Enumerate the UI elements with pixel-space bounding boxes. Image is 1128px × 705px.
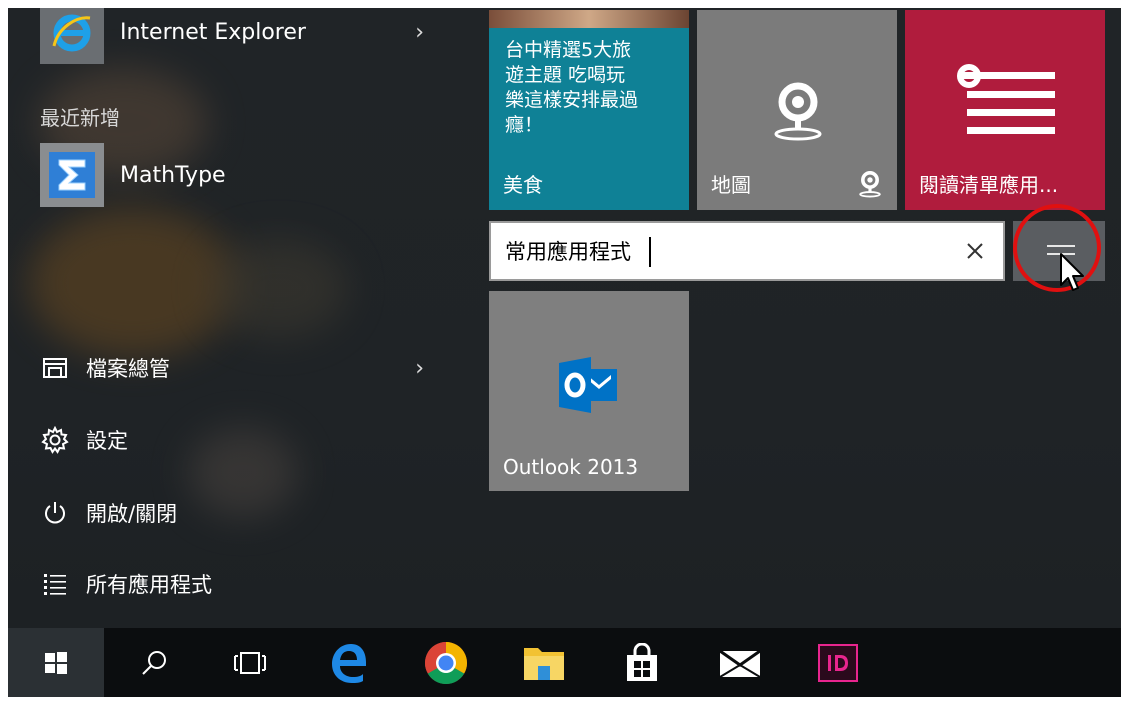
tile-food-label: 美食 — [503, 173, 543, 197]
mouse-cursor-icon — [1060, 253, 1084, 291]
indesign-icon — [818, 643, 858, 682]
store-icon — [627, 642, 657, 681]
map-pin-badge-icon — [859, 171, 881, 198]
indesign-taskbar-button[interactable] — [794, 628, 882, 697]
text-caret — [649, 237, 651, 267]
gear-icon — [38, 426, 72, 454]
tile-outlook-label: Outlook 2013 — [503, 455, 639, 479]
chevron-right-icon[interactable]: › — [415, 356, 424, 381]
file-explorer-icon — [524, 647, 564, 680]
task-view-icon — [234, 651, 266, 674]
app-item-internet-explorer[interactable]: Internet Explorer › — [8, 8, 448, 64]
mathtype-sigma-icon — [40, 143, 104, 207]
store-taskbar-button[interactable] — [598, 628, 686, 697]
all-apps-item[interactable]: 所有應用程式 — [8, 562, 448, 606]
map-pin-icon — [774, 82, 822, 141]
file-explorer-item[interactable]: 檔案總管 › — [8, 346, 448, 390]
chrome-icon — [424, 641, 468, 684]
section-header-recently-added: 最近新增 — [40, 106, 120, 130]
settings-item[interactable]: 設定 — [8, 418, 448, 462]
app-item-mathtype[interactable]: MathType — [8, 143, 448, 207]
power-icon — [38, 500, 72, 526]
file-explorer-taskbar-button[interactable] — [500, 628, 588, 697]
tile-maps-label: 地圖 — [711, 173, 751, 197]
power-label: 開啟/關閉 — [86, 502, 178, 526]
search-button[interactable] — [110, 628, 198, 697]
start-button[interactable] — [8, 628, 104, 697]
clear-text-button[interactable] — [959, 235, 991, 267]
chevron-right-icon[interactable]: › — [415, 20, 424, 45]
mail-taskbar-button[interactable] — [696, 628, 784, 697]
tile-food[interactable]: 台中精選5大旅 遊主題 吃喝玩 樂這樣安排最過 癮！ 美食 — [489, 10, 689, 210]
tile-reading-list-label: 閱讀清單應用... — [919, 173, 1059, 197]
mail-icon — [719, 649, 761, 678]
app-label: MathType — [120, 162, 226, 188]
outlook-icon — [559, 357, 617, 413]
file-explorer-label: 檔案總管 — [86, 357, 170, 381]
close-icon — [967, 243, 983, 259]
chrome-taskbar-button[interactable] — [402, 628, 490, 697]
power-item[interactable]: 開啟/關閉 — [8, 491, 448, 535]
app-label: Internet Explorer — [120, 19, 306, 45]
start-menu-screen: Internet Explorer › 最近新增 MathType 檔案總管 › — [8, 8, 1121, 697]
group-name-input[interactable] — [505, 235, 925, 267]
tile-maps[interactable]: 地圖 — [697, 10, 897, 210]
windows-start-icon — [45, 651, 67, 674]
wallpaper-blur — [208, 238, 348, 338]
tile-food-headline: 台中精選5大旅 遊主題 吃喝玩 樂這樣安排最過 癮！ — [505, 39, 639, 136]
all-apps-label: 所有應用程式 — [86, 573, 212, 597]
tile-food-photo-strip — [489, 10, 689, 28]
settings-label: 設定 — [86, 429, 128, 453]
edge-taskbar-button[interactable] — [304, 628, 392, 697]
tile-reading-list[interactable]: 閱讀清單應用... — [905, 10, 1105, 210]
group-name-field[interactable] — [489, 221, 1005, 281]
taskbar — [8, 628, 1121, 697]
search-icon — [142, 650, 166, 675]
edge-icon — [332, 643, 366, 683]
tile-outlook[interactable]: Outlook 2013 — [489, 291, 689, 491]
all-apps-list-icon — [38, 571, 72, 597]
task-view-button[interactable] — [206, 628, 294, 697]
reading-list-icon — [957, 64, 1055, 134]
file-explorer-icon — [38, 356, 72, 380]
wallpaper-blur — [28, 208, 238, 358]
internet-explorer-icon — [40, 8, 104, 64]
